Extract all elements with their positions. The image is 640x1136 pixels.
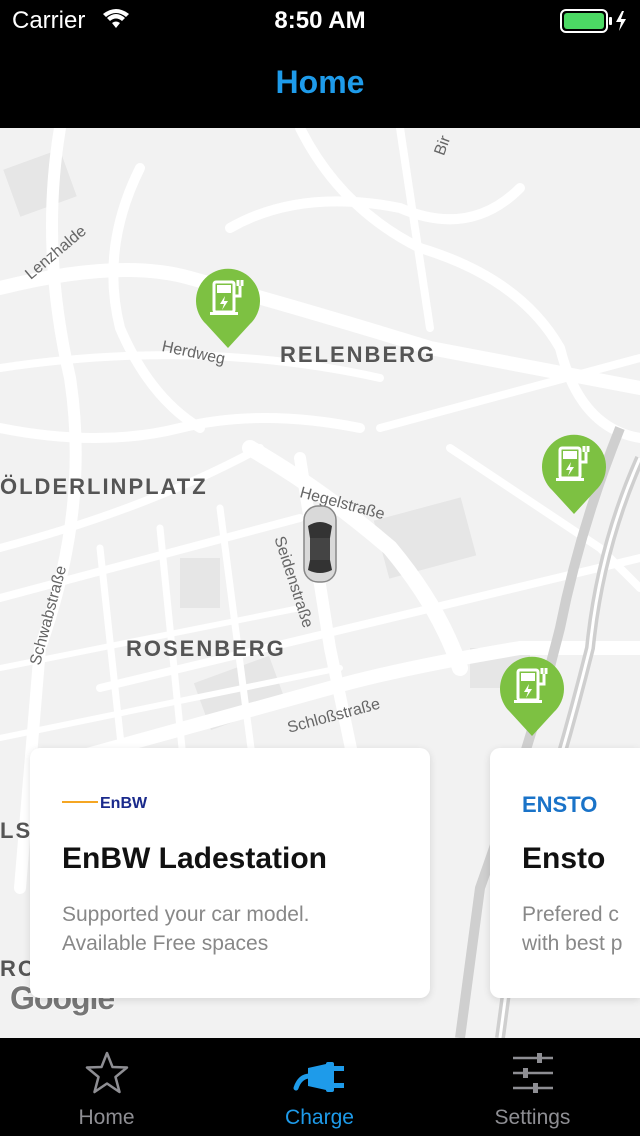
district-label-rosenberg: ROSENBERG xyxy=(126,636,286,661)
station-description-line: with best p xyxy=(522,932,623,955)
battery-icon xyxy=(560,9,632,38)
district-label-ls: LS xyxy=(0,818,33,843)
svg-text:ENSTO: ENSTO xyxy=(522,792,597,816)
station-description-line: Available Free spaces xyxy=(62,932,269,955)
station-description-line: Prefered c xyxy=(522,903,619,926)
star-icon xyxy=(0,1050,213,1101)
charging-station-pin[interactable] xyxy=(192,266,264,350)
tab-bar: Home Charge Settings xyxy=(0,1038,640,1136)
station-name: EnBW Ladestation xyxy=(62,842,328,875)
charging-station-icon xyxy=(542,434,606,514)
station-name: Ensto xyxy=(522,842,606,875)
charging-station-pin[interactable] xyxy=(496,654,568,738)
enbw-logo: EnBW xyxy=(62,792,162,817)
district-label-relenberg: RELENBERG xyxy=(280,342,437,367)
navigation-bar: Home xyxy=(0,40,640,128)
tab-settings[interactable]: Settings xyxy=(426,1038,640,1136)
tab-charge-label: Charge xyxy=(285,1106,354,1129)
station-card-enbw[interactable]: EnBW EnBW Ladestation Supported your car… xyxy=(30,748,430,998)
car-location-icon xyxy=(300,504,340,589)
status-time: 8:50 AM xyxy=(274,7,366,34)
station-description-line: Supported your car model. xyxy=(62,903,310,926)
map-view[interactable]: Lenzhalde Herdweg Hegelstraße Seidenstra… xyxy=(0,128,640,1038)
plug-icon xyxy=(213,1050,426,1101)
station-card-ensto[interactable]: ENSTO Ensto Prefered c with best p xyxy=(490,748,640,998)
page-title: Home xyxy=(275,64,365,100)
tab-charge[interactable]: Charge xyxy=(213,1038,426,1136)
station-description: Supported your car model. Available Free… xyxy=(62,900,309,958)
station-description: Prefered c with best p xyxy=(522,900,622,958)
sliders-icon xyxy=(426,1050,639,1101)
status-bar: Carrier 8:50 AM xyxy=(0,0,640,40)
charging-station-pin[interactable] xyxy=(538,432,610,516)
charging-station-icon xyxy=(196,268,260,348)
tab-home[interactable]: Home xyxy=(0,1038,213,1136)
tab-home-label: Home xyxy=(78,1106,135,1129)
tab-settings-label: Settings xyxy=(494,1106,571,1129)
district-label-hoelderlinplatz: ÖLDERLINPLATZ xyxy=(0,474,208,499)
charging-station-icon xyxy=(500,656,564,736)
ensto-logo: ENSTO xyxy=(522,792,632,821)
svg-text:EnBW: EnBW xyxy=(100,795,148,812)
